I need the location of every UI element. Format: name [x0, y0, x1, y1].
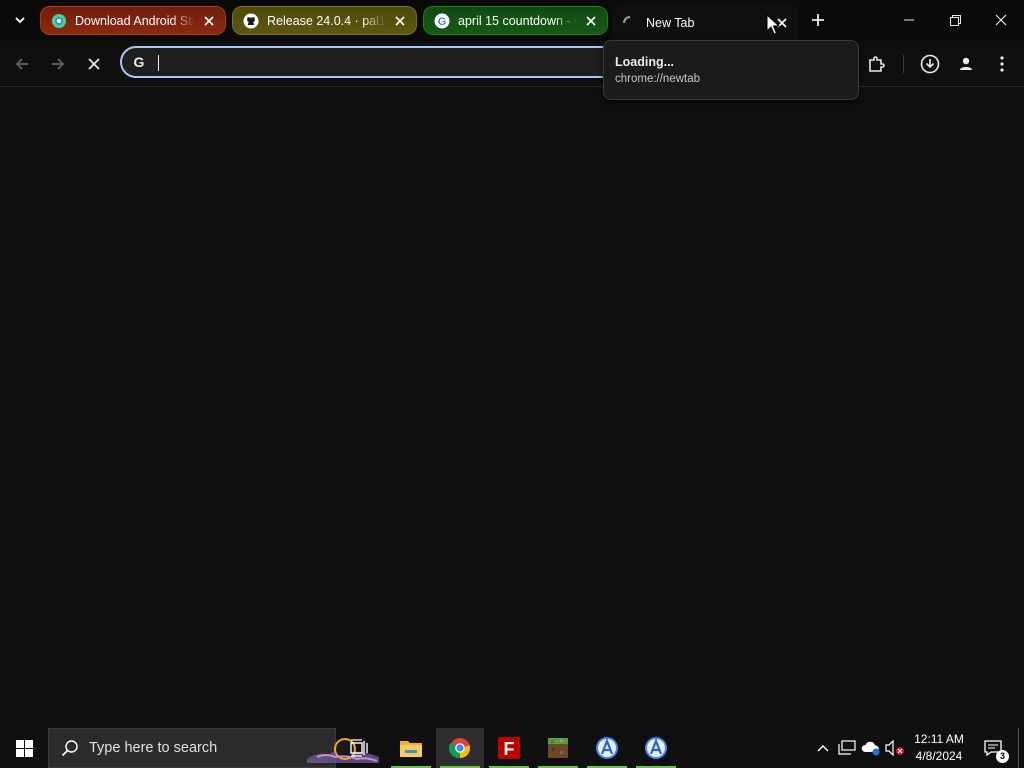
clock-time: 12:11 AM: [914, 732, 964, 746]
more-vertical-icon: [1000, 56, 1004, 72]
android-studio-icon: [645, 737, 667, 759]
android-studio-icon: [51, 13, 67, 29]
tooltip-status: Loading...: [615, 55, 675, 69]
stop-loading-button[interactable]: [80, 50, 108, 78]
tray-network[interactable]: [836, 728, 858, 768]
tab-title: New Tab: [646, 15, 695, 30]
taskbar-minecraft[interactable]: [534, 728, 582, 768]
taskbar-search-box[interactable]: Type here to search: [48, 728, 379, 768]
svg-text:G: G: [438, 16, 447, 28]
arrow-right-icon: [52, 58, 65, 70]
cloud-sync-icon: [861, 741, 880, 756]
tab-search-button[interactable]: [8, 8, 32, 32]
task-view-button[interactable]: [336, 728, 384, 768]
google-icon: G: [434, 13, 450, 29]
mouse-pointer-icon: [766, 14, 780, 35]
arrow-left-icon: [15, 58, 28, 70]
close-window-button[interactable]: [978, 0, 1024, 40]
close-tab-icon[interactable]: [390, 11, 410, 31]
close-icon: [995, 14, 1007, 26]
svg-text:G: G: [134, 54, 145, 70]
close-icon: [88, 58, 100, 70]
close-tab-icon[interactable]: [581, 11, 601, 31]
tab-github-release[interactable]: Release 24.0.4 · pal100: [232, 6, 417, 35]
file-explorer-icon: [400, 741, 422, 757]
network-icon: [838, 740, 856, 755]
search-placeholder: Type here to search: [89, 740, 218, 756]
show-desktop-button[interactable]: [1018, 728, 1024, 768]
windows-taskbar: Type here to search F 12:11 AM 4/8/2024 …: [0, 728, 1024, 768]
tray-onedrive[interactable]: [860, 728, 882, 768]
text-caret: [158, 55, 159, 71]
restore-icon: [949, 14, 961, 26]
notification-count-badge: 3: [996, 750, 1009, 763]
downloads-button[interactable]: [916, 50, 944, 78]
clock-date: 4/8/2024: [915, 749, 963, 763]
plus-icon: [812, 14, 824, 26]
forward-button[interactable]: [44, 50, 72, 78]
volume-muted-icon: [885, 740, 904, 756]
taskbar-filezilla[interactable]: F: [485, 728, 533, 768]
tab-title: april 15 countdown - G: [458, 13, 577, 28]
browser-toolbar: G: [0, 41, 1024, 87]
tab-title: Download Android Stu: [75, 13, 195, 28]
tooltip-url: chrome://newtab: [615, 73, 701, 85]
minecraft-icon: [548, 738, 568, 758]
chrome-icon: [449, 738, 471, 759]
taskbar-file-explorer[interactable]: [387, 728, 435, 768]
tab-title: Release 24.0.4 · pal100: [267, 13, 386, 28]
tray-volume[interactable]: [884, 728, 906, 768]
taskbar-chrome[interactable]: [436, 728, 484, 768]
google-g-icon: G: [131, 54, 147, 70]
new-tab-button[interactable]: [806, 8, 830, 32]
page-content-area: [0, 88, 1024, 728]
download-icon: [920, 54, 940, 74]
chevron-up-icon: [817, 745, 829, 752]
profile-button[interactable]: [952, 50, 980, 78]
tab-strip: Download Android Stu Release 24.0.4 · pa…: [0, 0, 1024, 41]
start-button[interactable]: [0, 728, 48, 768]
loading-spinner-icon: [622, 15, 638, 31]
extensions-button[interactable]: [862, 50, 890, 78]
tab-hover-card: Loading... chrome://newtab: [603, 40, 859, 100]
person-icon: [960, 57, 972, 70]
search-icon: [61, 740, 78, 757]
android-studio-icon: [596, 737, 618, 759]
svg-text:F: F: [504, 739, 515, 759]
minimize-button[interactable]: [886, 0, 932, 40]
tab-google-search[interactable]: G april 15 countdown - G: [423, 6, 608, 35]
restore-button[interactable]: [932, 0, 978, 40]
taskbar-android-studio[interactable]: [632, 728, 680, 768]
taskbar-android-studio[interactable]: [583, 728, 631, 768]
minimize-icon: [904, 19, 914, 21]
filezilla-icon: F: [498, 737, 520, 759]
show-hidden-icons-button[interactable]: [812, 728, 834, 768]
github-icon: [243, 13, 259, 29]
chrome-menu-button[interactable]: [988, 50, 1016, 78]
close-tab-icon[interactable]: [199, 11, 219, 31]
windows-logo-icon: [15, 739, 33, 757]
chevron-down-icon: [15, 17, 25, 24]
back-button[interactable]: [8, 50, 36, 78]
toolbar-divider: [903, 55, 904, 73]
taskbar-clock[interactable]: 12:11 AM 4/8/2024: [906, 731, 972, 765]
tab-android-studio[interactable]: Download Android Stu: [40, 6, 226, 35]
task-view-icon: [350, 739, 368, 757]
puzzle-piece-icon: [869, 56, 885, 72]
